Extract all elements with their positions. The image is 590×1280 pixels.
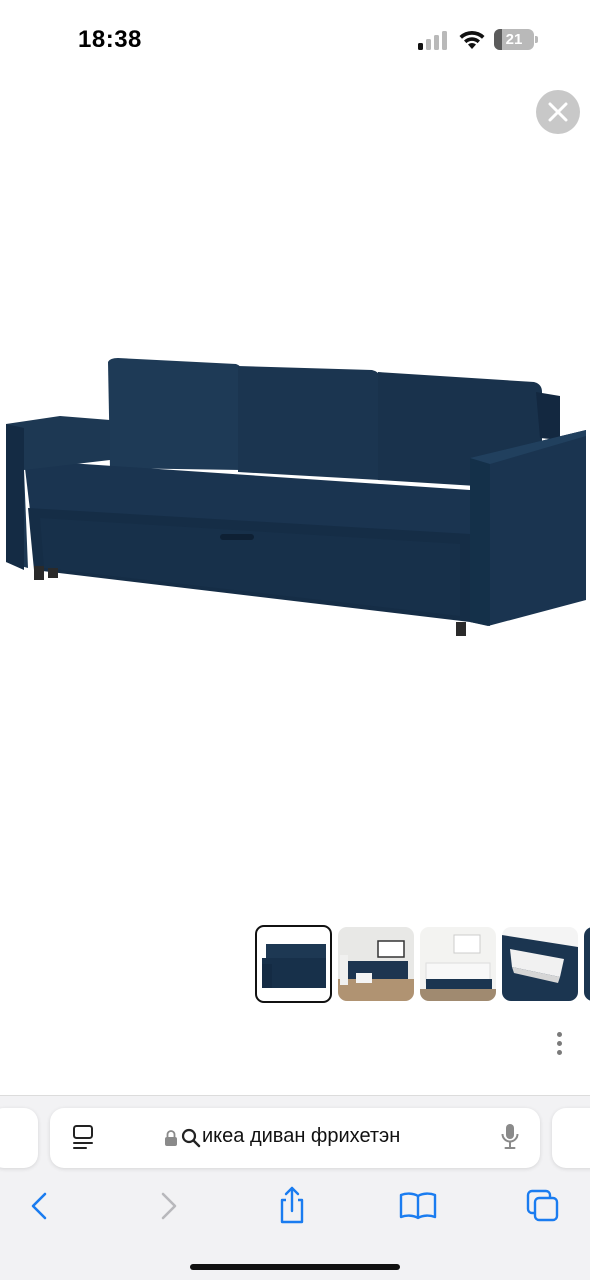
next-tab-peek[interactable] (552, 1108, 590, 1168)
thumbnail-living-room-scene[interactable] (338, 927, 414, 1001)
close-icon (548, 102, 568, 122)
thumbnail-sofa-front[interactable] (255, 925, 332, 1003)
share-button[interactable] (270, 1184, 314, 1228)
previous-tab-peek[interactable] (0, 1108, 38, 1168)
home-indicator (190, 1264, 400, 1270)
battery-level: 21 (505, 31, 523, 48)
back-icon (31, 1192, 47, 1220)
status-bar: 18:38 21 (0, 0, 590, 80)
thumbnail-storage-detail[interactable] (502, 927, 578, 1001)
tabs-button[interactable] (521, 1184, 565, 1228)
forward-button[interactable] (146, 1184, 190, 1228)
status-time: 18:38 (78, 26, 142, 53)
bookmarks-button[interactable] (396, 1184, 440, 1228)
bookmarks-icon (399, 1192, 437, 1220)
lock-icon (165, 1130, 177, 1146)
thumbnail-sofa-bed-open[interactable] (420, 927, 496, 1001)
microphone-icon[interactable] (500, 1123, 520, 1151)
thumbnail-more[interactable] (584, 927, 590, 1001)
tabs-icon (526, 1189, 559, 1222)
address-bar[interactable]: икеа диван фрихетэн (50, 1108, 540, 1168)
back-button[interactable] (18, 1184, 62, 1228)
battery-icon: 21 (494, 29, 538, 50)
page-menu-icon[interactable] (72, 1125, 96, 1151)
share-icon (280, 1186, 304, 1224)
product-image[interactable] (0, 330, 590, 650)
cellular-signal-icon (418, 31, 447, 50)
more-options-button[interactable] (548, 1030, 570, 1058)
search-icon (181, 1128, 201, 1148)
thumbnail-strip (255, 925, 590, 1003)
close-button[interactable] (536, 90, 580, 134)
wifi-icon (459, 30, 485, 49)
forward-icon (161, 1192, 177, 1220)
browser-toolbar: икеа диван фрихетэн (0, 1095, 590, 1280)
address-text[interactable]: икеа диван фрихетэн (202, 1125, 400, 1148)
